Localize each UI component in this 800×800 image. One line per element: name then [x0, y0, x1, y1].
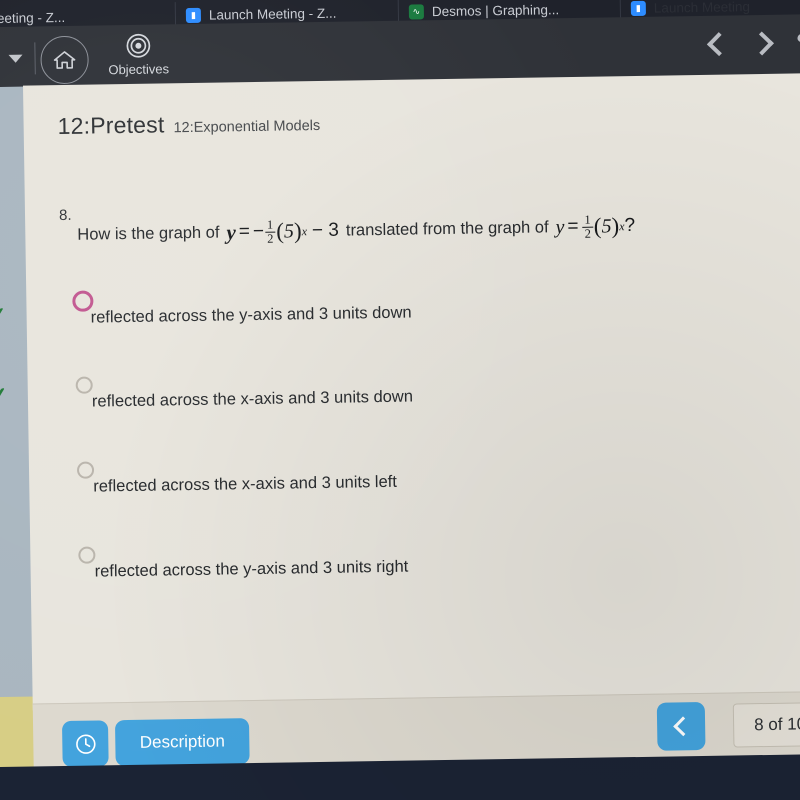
target-icon — [126, 33, 151, 58]
timer-button[interactable] — [61, 720, 109, 768]
check-icon: ✓ — [0, 381, 10, 410]
expr1-denominator: 2 — [265, 231, 276, 246]
expr2-fraction: 1 2 — [582, 212, 594, 241]
answer-option[interactable]: reflected across the y-axis and 3 units … — [46, 538, 607, 599]
zoom-icon: ▮ — [630, 0, 646, 16]
previous-question-button[interactable] — [656, 701, 706, 751]
objectives-button[interactable]: Objectives — [102, 32, 175, 85]
question-text: How is the graph of y = − 1 2 ( 5 ) x − … — [77, 213, 635, 248]
answer-option-label: reflected across the x-axis and 3 units … — [93, 472, 397, 496]
browser-tab-label: eeting - Z... — [0, 9, 66, 26]
description-button[interactable]: Description — [114, 718, 250, 767]
zoom-icon: ▮ — [185, 7, 202, 23]
browser-tab-label: Launch Meeting — [653, 0, 751, 16]
expr2-equals: = — [567, 216, 579, 238]
screen-photo: ▮ eeting - Z... ▮ Launch Meeting - Z... … — [0, 0, 800, 800]
answer-option-label: reflected across the y-axis and 3 units … — [90, 303, 412, 327]
expr2-paren-close: ) — [611, 213, 620, 239]
page-header: 12:Pretest 12:Exponential Models — [57, 109, 320, 140]
answer-option[interactable]: reflected across the x-axis and 3 units … — [44, 369, 605, 430]
page-title: 12:Pretest — [57, 111, 165, 140]
radio-button[interactable] — [78, 546, 96, 564]
page-subtitle: 12:Exponential Models — [173, 117, 321, 137]
answer-option-label: reflected across the x-axis and 3 units … — [91, 387, 414, 411]
check-icon: ✓ — [0, 302, 9, 330]
browser-tab-label: Launch Meeting - Z... — [208, 5, 337, 23]
expr2-numerator: 1 — [584, 212, 591, 227]
expr2-variable: y — [555, 215, 565, 238]
question-number: 8. — [58, 206, 72, 225]
browser-tab-label: Desmos | Graphing... — [431, 1, 560, 19]
desmos-icon: ∿ — [408, 3, 424, 20]
expr1-numerator: 1 — [266, 217, 274, 232]
toolbar-divider — [34, 42, 36, 75]
description-button-label: Description — [139, 731, 225, 752]
radio-button[interactable] — [76, 461, 95, 479]
expr2-denominator: 2 — [582, 226, 594, 241]
page-indicator-label: 8 of 10 — [753, 714, 800, 735]
expr1-equals: = — [238, 221, 251, 243]
expr1-variable: y — [226, 220, 237, 245]
expr1-tail: − 3 — [311, 219, 340, 242]
chevron-right-icon[interactable] — [749, 30, 774, 56]
check-icon: ✓ — [0, 111, 6, 139]
clock-icon — [75, 733, 96, 754]
answer-option[interactable]: reflected across the x-axis and 3 units … — [45, 454, 606, 515]
math-expression-1: y = − 1 2 ( 5 ) x − 3 — [226, 218, 339, 246]
heart-icon[interactable]: ❤ — [796, 28, 800, 55]
tilted-screen-content: ▮ eeting - Z... ▮ Launch Meeting - Z... … — [0, 0, 800, 800]
question-lead: How is the graph of — [77, 223, 220, 244]
answer-option[interactable]: reflected across the y-axis and 3 units … — [42, 285, 603, 346]
expr1-minus: − — [252, 221, 265, 243]
expr1-exponent: x — [301, 223, 308, 238]
chevron-left-icon[interactable] — [706, 31, 731, 56]
objectives-label: Objectives — [108, 61, 170, 78]
home-icon — [53, 51, 76, 69]
page-indicator: 8 of 10 — [732, 702, 800, 748]
chevron-down-icon[interactable] — [8, 54, 23, 63]
radio-button[interactable] — [75, 376, 93, 394]
math-expression-2: y = 1 2 ( 5 ) x ? — [555, 213, 635, 241]
chevron-left-icon — [672, 716, 693, 737]
expr1-fraction: 1 2 — [265, 217, 276, 246]
quiz-page: 12:Pretest 12:Exponential Models Tar 8. … — [22, 72, 800, 711]
answer-option-label: reflected across the y-axis and 3 units … — [94, 557, 409, 581]
question-middle: translated from the graph of — [345, 218, 549, 240]
expr2-tail: ? — [624, 215, 636, 237]
expr2-base: 5 — [601, 215, 612, 238]
expr1-base: 5 — [283, 220, 295, 243]
home-button[interactable] — [40, 35, 89, 85]
toolbar-right-actions: ❤ — [706, 28, 800, 56]
